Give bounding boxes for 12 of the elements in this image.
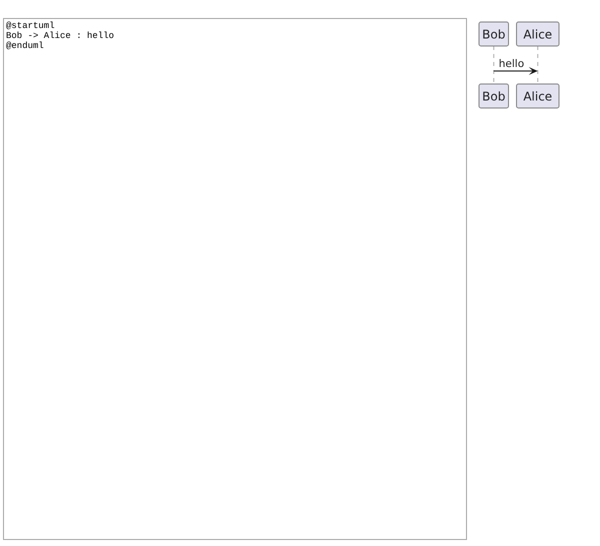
- message-label: hello: [498, 58, 524, 70]
- code-line: Bob -> Alice : hello: [6, 31, 114, 41]
- message-arrow: [493, 67, 538, 75]
- code-line: @startuml: [6, 21, 55, 31]
- code-line: @enduml: [6, 41, 44, 51]
- lifeline: [537, 46, 538, 84]
- lifeline: [493, 46, 494, 84]
- participant-box: Bob: [478, 84, 509, 108]
- code-editor[interactable]: @startuml Bob -> Alice : hello @enduml: [3, 18, 467, 540]
- participant-box: Bob: [478, 22, 509, 46]
- participant-box: Alice: [516, 22, 560, 46]
- participant-box: Alice: [516, 84, 560, 108]
